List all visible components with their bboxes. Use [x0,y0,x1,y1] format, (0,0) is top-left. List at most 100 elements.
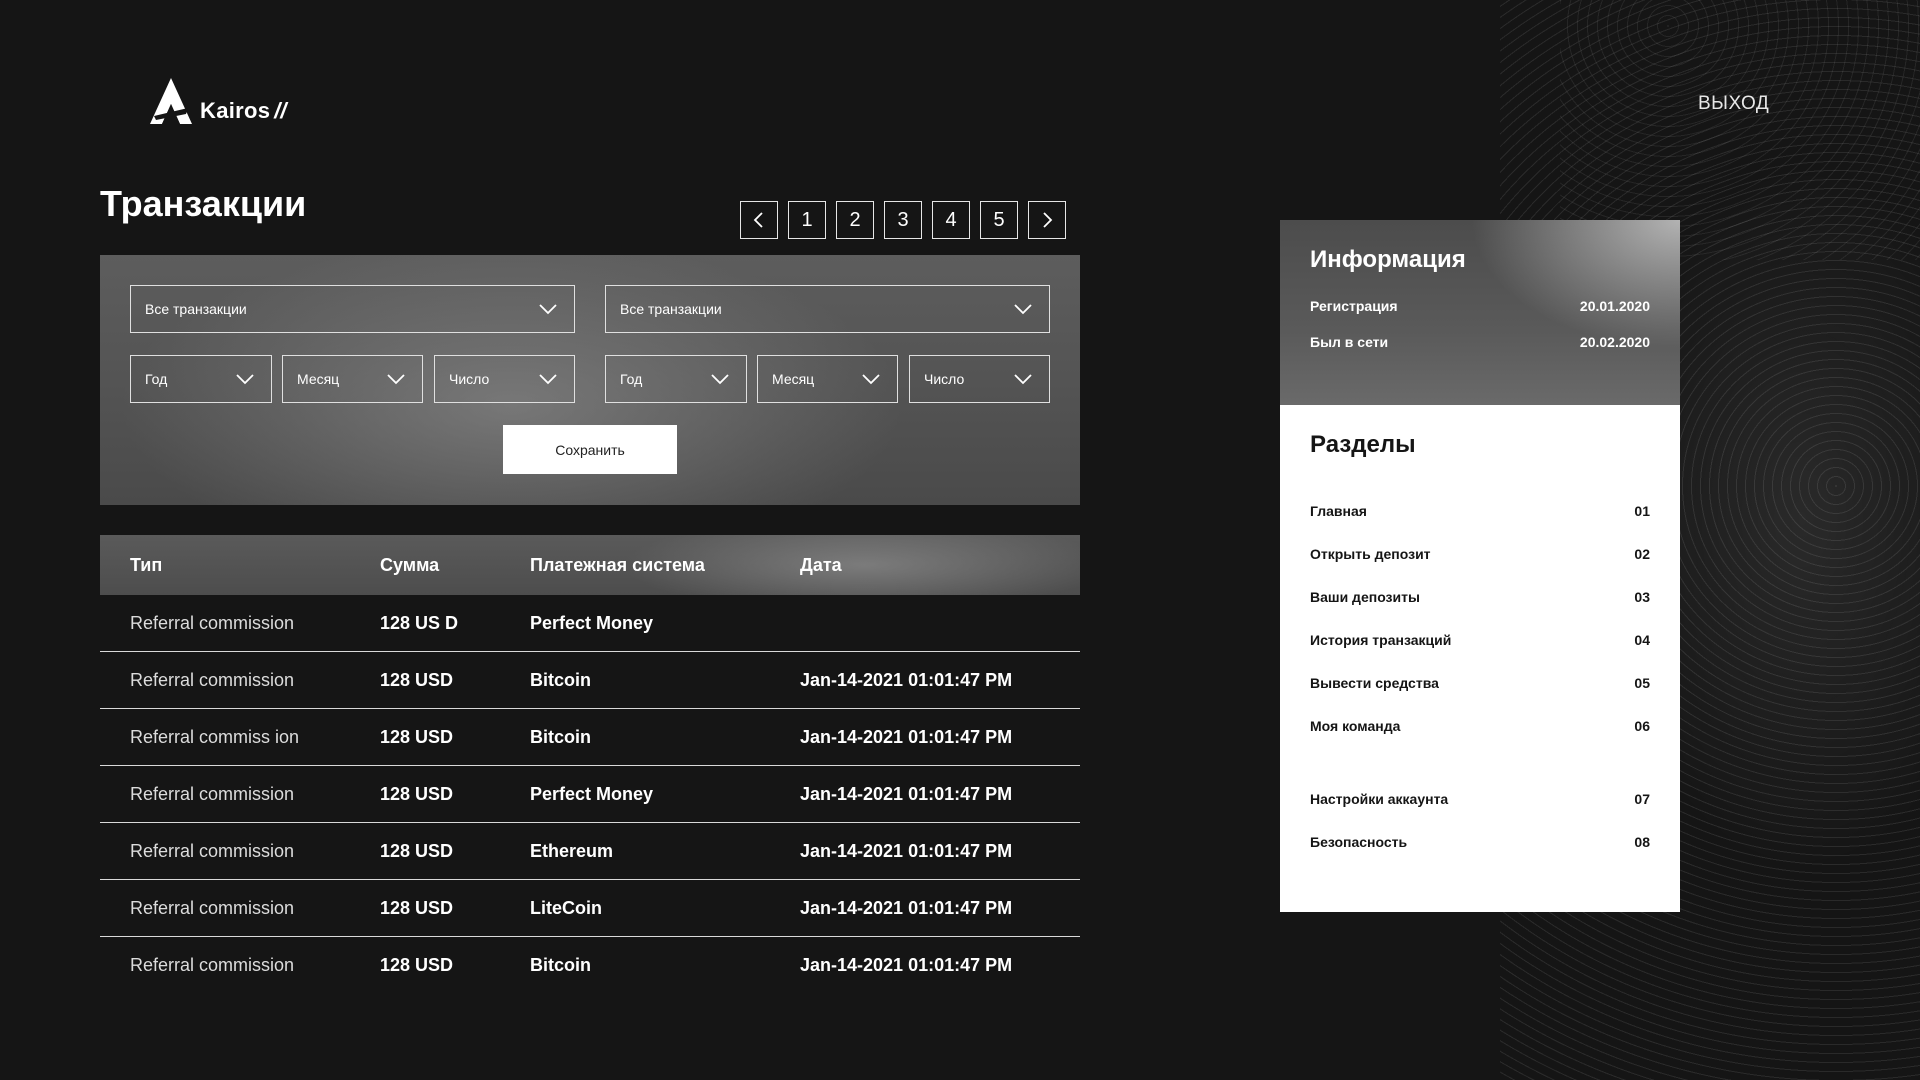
left-transaction-type-select[interactable]: Все транзакции [130,285,575,333]
cell-payment-system: Perfect Money [530,612,654,633]
cell-amount: 128 USD [380,897,454,918]
cell-date: Jan-14-2021 01:01:47 PM [800,954,1013,975]
table-header: Тип Сумма Платежная система Дата [100,535,1080,595]
table-row: Referral commission 128 USD Bitcoin Jan-… [100,937,1080,993]
cell-date: Jan-14-2021 01:01:47 PM [800,669,1013,690]
logo-text: Kairos [200,98,271,123]
section-item-number: 02 [1634,545,1650,562]
table-row: Referral commission 128 USD LiteCoin Jan… [100,880,1080,937]
cell-date: Jan-14-2021 01:01:47 PM [800,840,1013,861]
section-item-security[interactable]: Безопасность 08 [1310,820,1650,863]
section-item-home[interactable]: Главная 01 [1310,489,1650,532]
pagination: 1 2 3 4 5 [740,201,1066,239]
section-item-number: 08 [1634,833,1650,850]
left-day-select[interactable]: Число [434,355,575,403]
chevron-down-icon [539,304,557,315]
chevron-down-icon [711,374,729,385]
cell-type: Referral commiss ion [130,726,300,747]
pagination-page-4[interactable]: 4 [932,201,970,239]
right-month-select[interactable]: Месяц [757,355,898,403]
info-card: Информация Регистрация 20.01.2020 Был в … [1280,220,1680,405]
select-value: Все транзакции [620,301,722,317]
pagination-page-5[interactable]: 5 [980,201,1018,239]
page: Kairos // ВЫХОД Транзакции 1 2 3 4 5 Все… [0,0,1920,1080]
logo-slash: // [274,98,287,123]
save-button[interactable]: Сохранить [503,425,677,474]
section-item-number: 03 [1634,588,1650,605]
section-item-number: 06 [1634,717,1650,734]
section-item-open-deposit[interactable]: Открыть депозит 02 [1310,532,1650,575]
filter-panel: Все транзакции Год Месяц Число Все транз… [100,255,1080,505]
table-row: Referral commission 128 US D Perfect Mon… [100,595,1080,652]
cell-type: Referral commission [130,897,295,918]
table-row: Referral commission 128 USD Ethereum Jan… [100,823,1080,880]
section-item-label: Безопасность [1310,833,1408,850]
logout-link[interactable]: ВЫХОД [1698,93,1769,115]
cell-payment-system: Ethereum [530,840,614,861]
right-year-select[interactable]: Год [605,355,747,403]
cell-type: Referral commission [130,612,295,633]
cell-amount: 128 USD [380,669,454,690]
pagination-page-2[interactable]: 2 [836,201,874,239]
left-month-select[interactable]: Месяц [282,355,423,403]
section-item-account-settings[interactable]: Настройки аккаунта 07 [1310,777,1650,820]
registration-label: Регистрация [1310,298,1398,314]
right-transaction-type-select[interactable]: Все транзакции [605,285,1050,333]
section-item-transaction-history[interactable]: История транзакций 04 [1310,618,1650,661]
table-row: Referral commission 128 USD Perfect Mone… [100,766,1080,823]
select-value: Число [449,371,490,387]
section-item-label: Вывести средства [1310,674,1439,691]
select-value: Год [145,371,168,387]
page-title: Транзакции [100,183,307,224]
cell-payment-system: LiteCoin [530,897,602,918]
chevron-down-icon [1014,374,1032,385]
registration-row: Регистрация 20.01.2020 [1310,298,1650,314]
section-item-number: 07 [1634,790,1650,807]
section-item-your-deposits[interactable]: Ваши депозиты 03 [1310,575,1650,618]
pagination-page-3[interactable]: 3 [884,201,922,239]
right-day-select[interactable]: Число [909,355,1050,403]
cell-type: Referral commission [130,783,295,804]
chevron-right-icon [1043,212,1053,228]
cell-type: Referral commission [130,840,295,861]
chevron-down-icon [539,374,557,385]
cell-date: Jan-14-2021 01:01:47 PM [800,726,1013,747]
table-row: Referral commission 128 USD Bitcoin Jan-… [100,652,1080,709]
section-item-number: 05 [1634,674,1650,691]
pagination-next-button[interactable] [1028,201,1066,239]
cell-type: Referral commission [130,954,295,975]
pagination-prev-button[interactable] [740,201,778,239]
cell-amount: 128 USD [380,954,454,975]
cell-payment-system: Perfect Money [530,783,654,804]
table-row: Referral commiss ion 128 USD Bitcoin Jan… [100,709,1080,766]
cell-payment-system: Bitcoin [530,669,591,690]
left-year-select[interactable]: Год [130,355,272,403]
section-item-withdraw[interactable]: Вывести средства 05 [1310,661,1650,704]
select-value: Месяц [772,371,815,387]
info-title: Информация [1310,246,1466,273]
chevron-down-icon [387,374,405,385]
section-item-number: 01 [1634,502,1650,519]
sections-title: Разделы [1310,431,1416,458]
last-seen-row: Был в сети 20.02.2020 [1310,334,1650,350]
cell-payment-system: Bitcoin [530,954,591,975]
header-type: Тип [130,554,163,575]
section-item-label: История транзакций [1310,631,1452,648]
section-item-my-team[interactable]: Моя команда 06 [1310,704,1650,747]
section-item-label: Настройки аккаунта [1310,790,1449,807]
cell-amount: 128 USD [380,726,454,747]
registration-value: 20.01.2020 [1579,298,1650,314]
cell-amount: 128 USD [380,840,454,861]
cell-date: Jan-14-2021 01:01:47 PM [800,897,1013,918]
transactions-table: Тип Сумма Платежная система Дата Referra… [100,535,1080,993]
cell-amount: 128 USD [380,783,454,804]
logo-mark-icon [150,78,192,124]
select-value: Месяц [297,371,340,387]
header-payment-system: Платежная система [530,554,705,575]
pagination-page-1[interactable]: 1 [788,201,826,239]
logo[interactable]: Kairos // [150,78,287,126]
chevron-down-icon [862,374,880,385]
select-value: Год [620,371,643,387]
select-value: Число [924,371,965,387]
section-item-label: Главная [1310,502,1367,519]
